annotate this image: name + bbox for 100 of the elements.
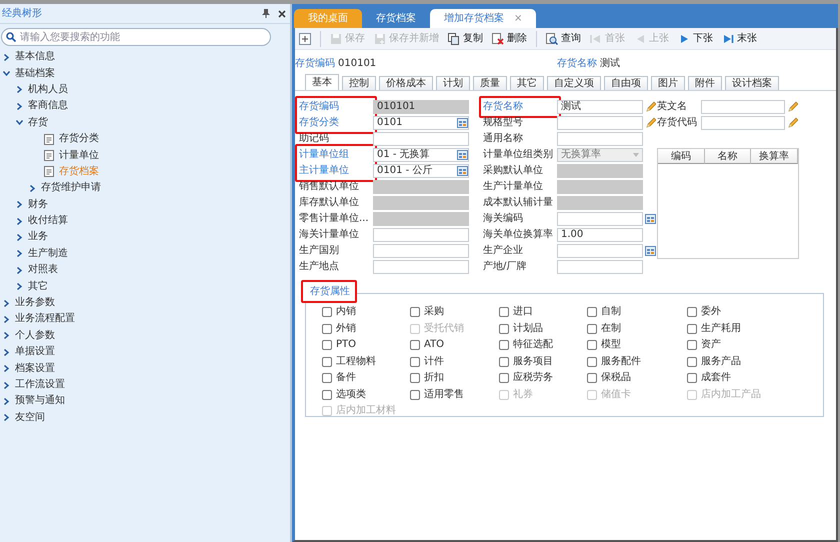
checkbox-item[interactable]: 应税劳务 xyxy=(499,370,587,386)
document-tab[interactable]: 存货档案 xyxy=(362,9,430,28)
group-title: 存货属性 xyxy=(310,286,350,297)
readonly-field: 010101 xyxy=(373,100,469,114)
checkbox-item[interactable]: 资产 xyxy=(687,337,797,354)
field-label: 销售默认单位 xyxy=(299,180,360,194)
checkbox-item[interactable]: 模型 xyxy=(587,337,687,354)
checkbox-item[interactable]: 委外 xyxy=(687,304,797,320)
toolbar-button[interactable]: 删除 xyxy=(492,32,527,44)
panel-title: 经典树形 xyxy=(2,8,42,20)
input-field[interactable]: 1.00 xyxy=(557,228,643,242)
toolbar-button[interactable]: 复制 xyxy=(448,32,483,44)
field-label: 存货分类 xyxy=(299,116,340,130)
tree-item[interactable]: 单据设置 xyxy=(0,344,290,360)
toolbar-button[interactable]: 查询 xyxy=(546,32,581,44)
dropdown-field[interactable]: 无换算率 xyxy=(557,148,643,162)
checkbox-item[interactable]: 服务配件 xyxy=(587,354,687,370)
checkbox-item[interactable]: 采购 xyxy=(410,304,499,320)
checkbox-item[interactable]: 选项类 xyxy=(322,386,410,403)
checkbox-item[interactable]: 内销 xyxy=(322,304,410,320)
column-header: 名称 xyxy=(704,149,752,164)
checkbox-item: 储值卡 xyxy=(587,386,687,403)
document-tab[interactable]: 增加存货档案 × xyxy=(430,9,536,28)
checkbox-item[interactable]: 服务项目 xyxy=(499,354,587,370)
checkbox-item[interactable]: 折扣 xyxy=(410,370,499,386)
field-label: 海关编码 xyxy=(483,212,524,226)
form-tab[interactable]: 控制 xyxy=(342,76,376,90)
field-label: 英文名 xyxy=(657,100,688,114)
tree-item[interactable]: 预警与通知 xyxy=(0,393,290,410)
tree-item[interactable]: 存货 xyxy=(0,114,290,131)
tree-item[interactable]: 生产制造 xyxy=(0,246,290,262)
field-label: 通用名称 xyxy=(483,132,524,146)
checkbox-item[interactable]: 工程物料 xyxy=(322,354,410,370)
field-label: 助记码 xyxy=(299,132,330,146)
input-field[interactable]: 0101 - 公斤 xyxy=(373,164,469,178)
field-label: 库存默认单位 xyxy=(299,196,360,210)
tree-item[interactable]: 对照表 xyxy=(0,262,290,278)
tree-item[interactable]: 友空间 xyxy=(0,410,290,426)
field-label: 存货编码 xyxy=(295,58,335,71)
checkbox-item[interactable]: 计划品 xyxy=(499,320,587,337)
form-tab[interactable]: 自定义项 xyxy=(547,76,601,90)
checkbox-item[interactable]: 适用零售 xyxy=(410,386,499,403)
tree-item[interactable]: 业务参数 xyxy=(0,294,290,312)
checkbox-item[interactable]: PTO xyxy=(322,337,410,354)
form-tab[interactable]: 设计档案 xyxy=(725,76,779,90)
checkbox-item: 礼券 xyxy=(499,386,587,403)
tree-item[interactable]: 业务 xyxy=(0,229,290,246)
toolbar-button[interactable]: 下张 xyxy=(678,32,713,44)
tree-item[interactable]: 个人参数 xyxy=(0,328,290,344)
checkbox-item: 店内加工产品 xyxy=(687,386,797,403)
tree-item[interactable]: 档案设置 xyxy=(0,360,290,377)
field-label: 存货名称 xyxy=(483,100,524,114)
tree-item[interactable]: 收付结算 xyxy=(0,212,290,230)
form-tab[interactable]: 质量 xyxy=(473,76,507,90)
form-tab[interactable]: 基本 xyxy=(305,74,339,90)
tree-item[interactable]: 基础档案 xyxy=(0,65,290,82)
field-value: 010101 xyxy=(338,58,376,71)
field-value: 测试 xyxy=(600,58,620,71)
checkbox-item: 店内加工材料 xyxy=(322,403,410,420)
checkbox-item[interactable]: 成套件 xyxy=(687,370,797,386)
input-field[interactable]: 01 - 无换算 xyxy=(373,148,469,162)
form-tab[interactable]: 价格成本 xyxy=(379,76,433,90)
tree-item[interactable]: 基本信息 xyxy=(0,49,290,66)
checkbox-item: 受托代销 xyxy=(410,320,499,337)
form-tab[interactable]: 图片 xyxy=(651,76,685,90)
tree-item[interactable]: 工作流设置 xyxy=(0,376,290,394)
form-tab[interactable]: 计划 xyxy=(436,76,470,90)
tree-item[interactable]: 客商信息 xyxy=(0,98,290,115)
checkbox-item[interactable]: 生产耗用 xyxy=(687,320,797,337)
tree-item[interactable]: 机构人员 xyxy=(0,82,290,98)
checkbox-item[interactable]: ATO xyxy=(410,337,499,354)
tree-item[interactable]: 业务流程配置 xyxy=(0,311,290,328)
field-label: 计量单位组类别 xyxy=(483,148,554,162)
form-tab[interactable]: 附件 xyxy=(688,76,722,90)
checkbox-item[interactable]: 外销 xyxy=(322,320,410,337)
tree-item[interactable]: 存货分类 xyxy=(0,130,290,148)
checkbox-item[interactable]: 保税品 xyxy=(587,370,687,386)
toolbar-button[interactable]: 末张 xyxy=(722,32,757,44)
checkbox-item[interactable]: 自制 xyxy=(587,304,687,320)
checkbox-item[interactable]: 特征选配 xyxy=(499,337,587,354)
field-label: 计量单位组 xyxy=(299,148,350,162)
form-tab[interactable]: 自由项 xyxy=(604,76,648,90)
checkbox-item[interactable]: 进口 xyxy=(499,304,587,320)
form-tab[interactable]: 其它 xyxy=(510,76,544,90)
field-label: 海关计量单位 xyxy=(299,228,360,242)
input-field[interactable]: 0101 xyxy=(373,116,469,130)
checkbox-item[interactable]: 服务产品 xyxy=(687,354,797,370)
search-field[interactable]: 请输入您要搜索的功能 xyxy=(1,28,271,46)
input-field[interactable]: 测试 xyxy=(557,100,643,114)
checkbox-item[interactable]: 备件 xyxy=(322,370,410,386)
checkbox-item[interactable]: 计件 xyxy=(410,354,499,370)
tree-item[interactable]: 财务 xyxy=(0,196,290,213)
field-label: 生产地点 xyxy=(299,260,340,274)
tree-item[interactable]: 其它 xyxy=(0,278,290,295)
field-label: 存货代码 xyxy=(657,116,698,130)
tree-item[interactable]: 存货维护申请 xyxy=(0,180,290,197)
tree-item[interactable]: 计量单位 xyxy=(0,147,290,164)
field-label: 海关单位换算率 xyxy=(483,228,554,242)
checkbox-item[interactable]: 在制 xyxy=(587,320,687,337)
field-label: 成本默认辅计量 xyxy=(483,196,554,210)
